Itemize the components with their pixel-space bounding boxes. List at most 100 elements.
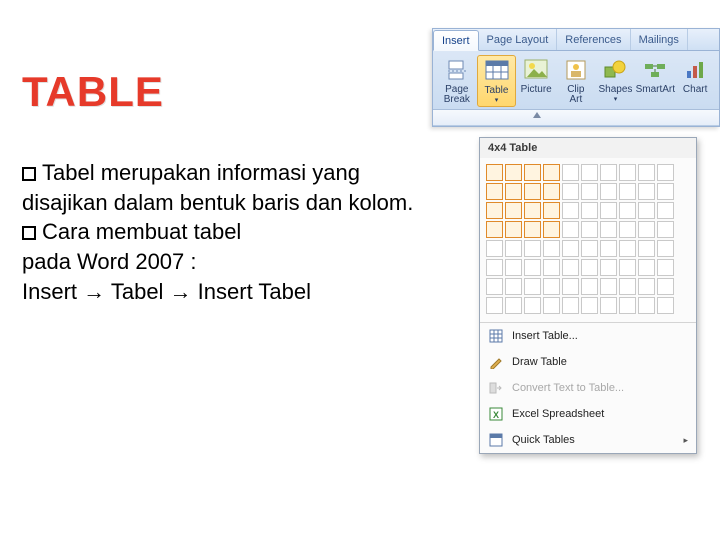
grid-cell[interactable]: [657, 297, 674, 314]
grid-cell[interactable]: [619, 164, 636, 181]
grid-cell[interactable]: [638, 278, 655, 295]
grid-cell[interactable]: [657, 240, 674, 257]
smartart-button[interactable]: SmartArt: [635, 55, 675, 107]
grid-cell[interactable]: [600, 240, 617, 257]
grid-cell[interactable]: [505, 278, 522, 295]
chevron-down-icon: ▾: [614, 95, 618, 103]
grid-cell[interactable]: [524, 297, 541, 314]
menu-quick-tables[interactable]: Quick Tables ▸: [480, 427, 696, 453]
tab-references[interactable]: References: [557, 29, 630, 50]
grid-cell[interactable]: [543, 259, 560, 276]
grid-cell[interactable]: [657, 183, 674, 200]
grid-cell[interactable]: [619, 221, 636, 238]
grid-cell[interactable]: [543, 221, 560, 238]
clip-art-button[interactable]: Clip Art: [556, 55, 596, 107]
grid-cell[interactable]: [486, 297, 503, 314]
grid-cell[interactable]: [657, 164, 674, 181]
slide-body: Tabel merupakan informasi yang disajikan…: [22, 158, 422, 306]
grid-cell[interactable]: [600, 259, 617, 276]
grid-cell[interactable]: [581, 259, 598, 276]
grid-cell[interactable]: [562, 278, 579, 295]
grid-cell[interactable]: [619, 240, 636, 257]
grid-cell[interactable]: [562, 221, 579, 238]
menu-draw-table[interactable]: Draw Table: [480, 349, 696, 375]
chart-button[interactable]: Chart: [675, 55, 715, 107]
tab-page-layout[interactable]: Page Layout: [479, 29, 558, 50]
grid-cell[interactable]: [524, 259, 541, 276]
grid-cell[interactable]: [486, 240, 503, 257]
grid-cell[interactable]: [600, 297, 617, 314]
page-break-button[interactable]: Page Break: [437, 55, 477, 107]
grid-cell[interactable]: [657, 278, 674, 295]
grid-cell[interactable]: [486, 164, 503, 181]
grid-cell[interactable]: [600, 183, 617, 200]
grid-cell[interactable]: [486, 183, 503, 200]
shapes-button[interactable]: Shapes ▾: [596, 55, 636, 107]
grid-cell[interactable]: [505, 221, 522, 238]
tab-mailings[interactable]: Mailings: [631, 29, 688, 50]
grid-cell[interactable]: [581, 297, 598, 314]
grid-cell[interactable]: [486, 259, 503, 276]
grid-cell[interactable]: [600, 164, 617, 181]
grid-cell[interactable]: [619, 259, 636, 276]
grid-cell[interactable]: [581, 164, 598, 181]
grid-cell[interactable]: [543, 183, 560, 200]
grid-cell[interactable]: [486, 278, 503, 295]
grid-cell[interactable]: [562, 202, 579, 219]
grid-cell[interactable]: [638, 221, 655, 238]
grid-cell[interactable]: [505, 183, 522, 200]
grid-cell[interactable]: [657, 259, 674, 276]
grid-cell[interactable]: [486, 221, 503, 238]
grid-cell[interactable]: [505, 259, 522, 276]
grid-cell[interactable]: [619, 202, 636, 219]
grid-cell[interactable]: [657, 221, 674, 238]
grid-cell[interactable]: [581, 202, 598, 219]
grid-cell[interactable]: [638, 297, 655, 314]
grid-cell[interactable]: [600, 202, 617, 219]
grid-cell[interactable]: [543, 164, 560, 181]
grid-cell[interactable]: [486, 202, 503, 219]
grid-cell[interactable]: [638, 202, 655, 219]
grid-cell[interactable]: [524, 183, 541, 200]
picture-button[interactable]: Picture: [516, 55, 556, 107]
grid-cell[interactable]: [657, 202, 674, 219]
table-button[interactable]: Table ▾: [477, 55, 517, 107]
grid-cell[interactable]: [505, 297, 522, 314]
grid-cell[interactable]: [543, 278, 560, 295]
grid-cell[interactable]: [543, 202, 560, 219]
grid-cell[interactable]: [619, 183, 636, 200]
grid-cell[interactable]: [562, 183, 579, 200]
grid-cell[interactable]: [581, 278, 598, 295]
grid-cell[interactable]: [543, 240, 560, 257]
grid-cell[interactable]: [524, 240, 541, 257]
grid-cell[interactable]: [600, 221, 617, 238]
grid-cell[interactable]: [619, 297, 636, 314]
clip-art-icon: [563, 57, 589, 83]
grid-cell[interactable]: [524, 278, 541, 295]
grid-cell[interactable]: [562, 259, 579, 276]
grid-cell[interactable]: [524, 202, 541, 219]
tab-insert[interactable]: Insert: [433, 30, 479, 51]
grid-cell[interactable]: [581, 240, 598, 257]
grid-cell[interactable]: [581, 221, 598, 238]
menu-insert-table[interactable]: Insert Table...: [480, 323, 696, 349]
grid-cell[interactable]: [524, 164, 541, 181]
grid-cell[interactable]: [581, 183, 598, 200]
grid-cell[interactable]: [505, 240, 522, 257]
grid-cell[interactable]: [619, 278, 636, 295]
grid-cell[interactable]: [638, 183, 655, 200]
menu-excel-spreadsheet[interactable]: X Excel Spreadsheet: [480, 401, 696, 427]
grid-cell[interactable]: [562, 164, 579, 181]
grid-cell[interactable]: [543, 297, 560, 314]
grid-cell[interactable]: [638, 164, 655, 181]
grid-cell[interactable]: [505, 164, 522, 181]
grid-cell[interactable]: [562, 240, 579, 257]
grid-cell[interactable]: [562, 297, 579, 314]
table-size-grid[interactable]: [480, 158, 696, 322]
grid-cell[interactable]: [524, 221, 541, 238]
grid-cell[interactable]: [600, 278, 617, 295]
ruler-indent-marker-icon[interactable]: [533, 112, 541, 118]
grid-cell[interactable]: [638, 240, 655, 257]
grid-cell[interactable]: [638, 259, 655, 276]
grid-cell[interactable]: [505, 202, 522, 219]
